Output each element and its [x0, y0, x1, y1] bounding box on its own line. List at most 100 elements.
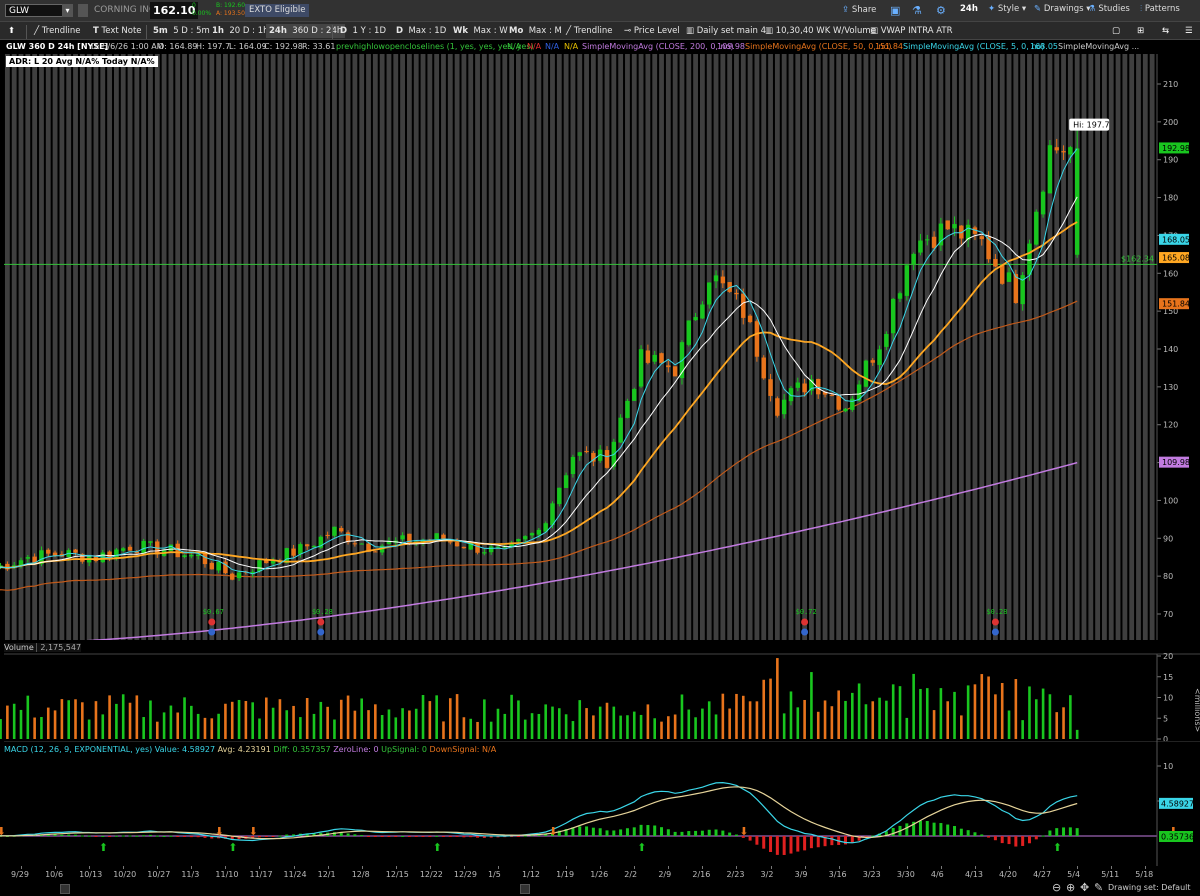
macd-histogram-bar — [60, 834, 64, 836]
study-sma50[interactable]: SimpleMovingAvg (CLOSE, 50, 0, no) — [745, 42, 892, 51]
trendline2-button[interactable]: ╱ Trendline — [566, 24, 612, 38]
grid-layout-icon[interactable]: ⊞ — [1137, 24, 1144, 38]
study-more[interactable]: SimpleMovingAvg ... — [1058, 42, 1139, 51]
time-axis[interactable]: 9/29 10/6 10/13 10/20 10/27 11/3 11/10 11/17 11/… — [0, 866, 1200, 896]
macd-histogram-bar — [196, 836, 200, 838]
volume-bar — [871, 701, 875, 739]
time-tick-label: 11/24 — [283, 870, 307, 879]
study-prevhighlow[interactable]: prevhighlowopencloselines (1, yes, yes, … — [336, 42, 534, 51]
day-band — [1095, 54, 1101, 640]
text-note-button[interactable]: T Text Note — [93, 24, 142, 38]
price-chart[interactable]: 2102001901801701601501401301201101009080… — [0, 54, 1200, 640]
drawing-set-label[interactable]: Drawing set: Default — [1108, 883, 1191, 892]
macd-histogram-bar — [775, 836, 779, 855]
macd-histogram-bar — [353, 834, 357, 836]
pencil-icon[interactable]: ✎ — [1094, 881, 1103, 894]
macd-histogram-bar — [1007, 836, 1011, 845]
drawings-button[interactable]: ✎ Drawings ▾ — [1034, 4, 1091, 14]
symbol-dropdown-icon[interactable]: ▾ — [62, 4, 73, 17]
volume-bar — [721, 693, 725, 739]
flask-icon[interactable]: ⚗ — [912, 4, 922, 17]
macd-histogram-bar — [476, 836, 480, 838]
preset-5d-5m[interactable]: 5m 5 D : 5m — [153, 24, 210, 38]
volume-bar — [183, 697, 186, 739]
time-tick — [1043, 866, 1045, 869]
trendline-button[interactable]: ╱ Trendline — [34, 24, 80, 38]
day-band — [413, 54, 419, 640]
candle-body — [870, 360, 875, 363]
macd-histogram-bar — [394, 836, 398, 837]
bar-range: R: 33.61 — [302, 42, 336, 51]
candle-body — [952, 224, 957, 229]
volume-bar — [387, 709, 391, 739]
candle-body — [1006, 272, 1012, 282]
study-sma5[interactable]: SimpleMovingAvg (CLOSE, 5, 0, no) — [903, 42, 1044, 51]
menu-icon[interactable]: ☰ — [1185, 24, 1193, 38]
candle-body — [1047, 145, 1053, 194]
macd-histogram-bar — [401, 835, 405, 837]
preset-20d-1h[interactable]: 1h 20 D : 1h — [212, 24, 269, 38]
candle-body — [73, 549, 78, 553]
daily-set-button[interactable]: ▥ Daily set main 4 — [686, 24, 766, 38]
volume-chart[interactable]: 20151050<millions> — [0, 640, 1200, 741]
day-band — [911, 54, 917, 640]
candle-body — [925, 239, 930, 241]
candle-body — [911, 253, 916, 265]
study-sma200[interactable]: SimpleMovingAvg (CLOSE, 200, 0, no) — [582, 42, 734, 51]
preset-max-1d[interactable]: D Max : 1D — [396, 24, 446, 38]
volume-bar — [421, 695, 425, 739]
vwap-set-button[interactable]: ▥ VWAP INTRA ATR — [870, 24, 953, 38]
style-button[interactable]: ✦ Style ▾ — [988, 4, 1026, 14]
volume-bar — [571, 721, 575, 739]
flexible-grid-icon: ▥ — [686, 26, 695, 36]
share-button[interactable]: ⇪ Share — [842, 4, 876, 17]
weekly-set-button[interactable]: ▥ 10,30,40 WK W/Volume — [765, 24, 876, 38]
day-band — [366, 54, 371, 640]
candle-body — [1068, 147, 1073, 155]
candle-body — [529, 533, 535, 536]
notebook-icon[interactable]: ▣ — [890, 4, 900, 17]
studies-button[interactable]: ⚗ Studies — [1088, 4, 1130, 14]
macd-histogram-bar — [1048, 830, 1052, 836]
volume-tick-label: 10 — [1163, 694, 1173, 703]
aggregation-button[interactable]: 24h — [960, 4, 978, 14]
volume-bar — [6, 705, 9, 739]
time-tick-label: 12/8 — [351, 870, 370, 879]
patterns-button[interactable]: ⫶ Patterns — [1140, 4, 1180, 14]
earnings-icon — [991, 618, 999, 626]
preset-max-m[interactable]: Mo Max : M — [509, 24, 562, 38]
link-icon[interactable] — [78, 4, 88, 17]
cursor-icon[interactable]: ⬆ — [8, 24, 15, 38]
volume-bar — [1007, 710, 1011, 739]
macd-histogram-bar — [918, 820, 922, 836]
macd-chart[interactable]: ⬇⬆⬇⬆⬇⬆⬇⬆⬇⬆⬇⬆⬇⬆⬇105-54.589270.35736 — [0, 741, 1200, 867]
preset-1y-1d[interactable]: D 1 Y : 1D — [340, 24, 386, 38]
dividend-icon — [801, 628, 809, 636]
single-layout-icon[interactable]: ▢ — [1112, 24, 1120, 38]
candle-body — [713, 275, 719, 282]
zoom-out-icon[interactable]: ⊖ — [1052, 881, 1061, 894]
macd-histogram-bar — [1055, 828, 1059, 836]
preset-max-w[interactable]: Wk Max : W — [453, 24, 508, 38]
price-level-button[interactable]: ⊸ Price Level — [624, 24, 680, 38]
macd-histogram-bar — [421, 836, 425, 837]
macd-histogram-bar — [1062, 827, 1066, 836]
volume-bar — [912, 673, 915, 739]
gear-icon[interactable]: ⚙ — [936, 4, 946, 17]
preset-360d-24h[interactable]: 24h 360 D : 24h — [266, 24, 346, 38]
candle-body — [897, 293, 903, 299]
day-band — [1102, 54, 1107, 640]
volume-bar — [101, 714, 105, 739]
macd-histogram-bar — [67, 834, 71, 836]
price-box-label-sma20: 165.08 — [1162, 254, 1190, 263]
volume-bar — [292, 705, 295, 739]
volume-bar — [1048, 694, 1052, 739]
zoom-in-icon[interactable]: ⊕ — [1066, 881, 1075, 894]
volume-bar — [319, 701, 323, 739]
volume-bar — [694, 717, 697, 739]
candle-body — [618, 417, 623, 443]
pan-icon[interactable]: ✥ — [1080, 881, 1089, 894]
volume-bar — [762, 679, 766, 739]
sync-icon[interactable]: ⇆ — [1162, 24, 1169, 38]
volume-bar — [408, 710, 411, 739]
